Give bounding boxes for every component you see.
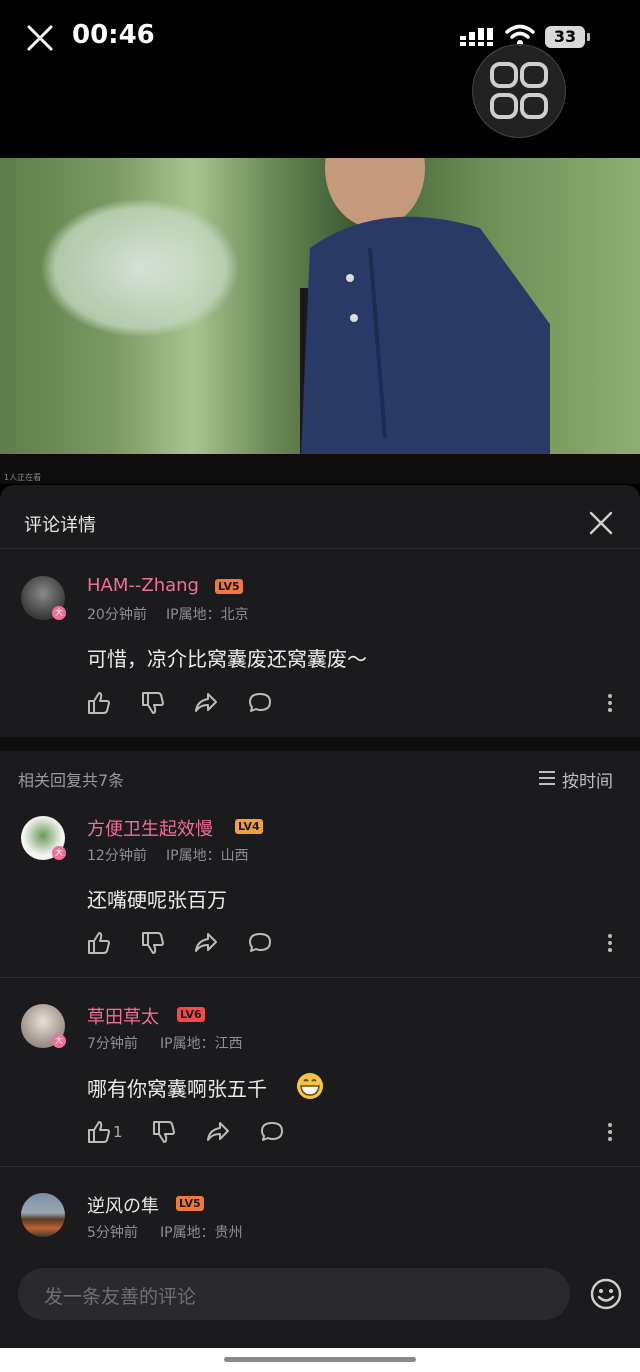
- dislike-icon[interactable]: [140, 690, 166, 716]
- reply-username[interactable]: 逆风の隼: [87, 1192, 159, 1218]
- sort-button[interactable]: 按时间: [562, 767, 613, 792]
- reply-time: 12分钟前: [87, 848, 147, 864]
- like-icon[interactable]: [86, 1119, 112, 1145]
- reply-ip: IP属地：贵州: [160, 1225, 243, 1241]
- sort-icon[interactable]: [538, 770, 556, 786]
- wifi-icon: [505, 24, 535, 46]
- comment-input-placeholder: 发一条友善的评论: [44, 1286, 197, 1308]
- like-icon[interactable]: [86, 690, 112, 716]
- status-time: 00:46: [72, 20, 155, 50]
- video-player[interactable]: [0, 158, 640, 454]
- like-count: 1: [113, 1123, 123, 1141]
- close-icon[interactable]: [24, 22, 56, 54]
- reply-username[interactable]: 方便卫生起效慢: [87, 815, 213, 841]
- divider: [0, 1166, 640, 1167]
- reply-time: 7分钟前: [87, 1036, 138, 1052]
- comment-time: 20分钟前: [87, 607, 147, 623]
- share-icon[interactable]: [193, 690, 219, 716]
- more-icon[interactable]: [607, 693, 613, 713]
- share-icon[interactable]: [193, 930, 219, 956]
- video-bottom-strip: [0, 454, 640, 484]
- level-badge: LV5: [215, 579, 243, 594]
- avatar[interactable]: [21, 1193, 65, 1237]
- floating-window-icon: [490, 62, 548, 119]
- comment-input[interactable]: 发一条友善的评论: [18, 1268, 570, 1320]
- reply-time: 5分钟前: [87, 1225, 138, 1241]
- comment-text: 可惜，凉介比窝囊废还窝囊废～: [87, 647, 367, 671]
- viewer-count: 1人正在看: [4, 473, 42, 482]
- divider: [0, 977, 640, 978]
- panel-close-icon[interactable]: [588, 510, 614, 536]
- comment-ip: IP属地：北京: [166, 607, 249, 623]
- video-background: [40, 198, 240, 338]
- divider: [0, 548, 640, 549]
- user-badge: 大: [52, 846, 66, 860]
- battery-tip: [587, 33, 590, 41]
- grin-emoji-icon: [297, 1073, 323, 1099]
- video-frame-person: [300, 158, 550, 454]
- level-badge: LV5: [176, 1196, 204, 1211]
- reply-text: 还嘴硬呢张百万: [87, 888, 227, 912]
- comment-username[interactable]: HAM--Zhang: [87, 575, 199, 596]
- replies-count: 相关回复共7条: [18, 771, 125, 790]
- user-badge: 大: [52, 606, 66, 620]
- section-separator: [0, 737, 640, 751]
- reply-ip: IP属地：江西: [160, 1036, 243, 1052]
- reply-ip: IP属地：山西: [166, 848, 249, 864]
- dislike-icon[interactable]: [151, 1119, 177, 1145]
- more-icon[interactable]: [607, 1122, 613, 1142]
- level-badge: LV4: [235, 819, 263, 834]
- like-icon[interactable]: [86, 930, 112, 956]
- user-badge: 大: [52, 1034, 66, 1048]
- level-badge: LV6: [177, 1007, 205, 1022]
- more-icon[interactable]: [607, 933, 613, 953]
- floating-window-button[interactable]: [472, 44, 566, 138]
- panel-title: 评论详情: [24, 515, 96, 536]
- home-indicator[interactable]: [224, 1357, 416, 1362]
- reply-text: 哪有你窝囊啊张五千: [87, 1077, 267, 1101]
- dislike-icon[interactable]: [140, 930, 166, 956]
- reply-username[interactable]: 草田草太: [87, 1003, 159, 1029]
- reply-icon[interactable]: [259, 1119, 285, 1145]
- emoji-icon[interactable]: [590, 1278, 622, 1310]
- reply-icon[interactable]: [247, 690, 273, 716]
- share-icon[interactable]: [205, 1119, 231, 1145]
- reply-icon[interactable]: [247, 930, 273, 956]
